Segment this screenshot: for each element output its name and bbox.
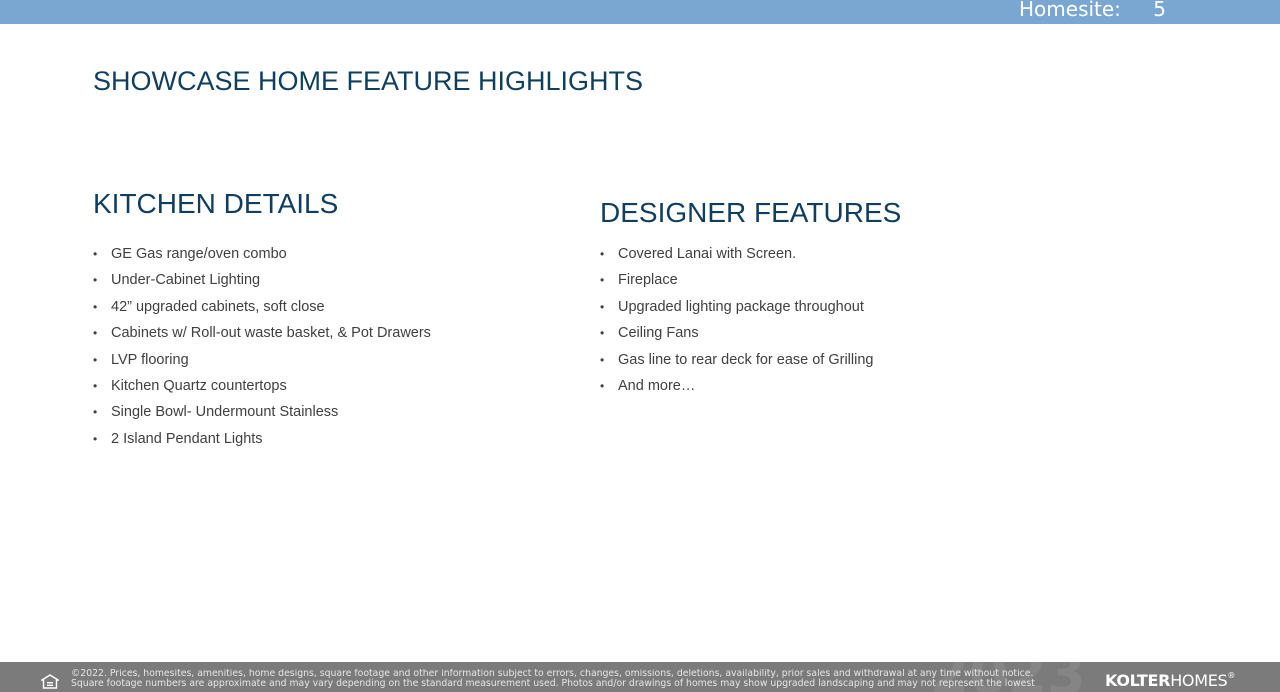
designer-feature-item: Covered Lanai with Screen. (600, 244, 873, 270)
homesite-indicator: Homesite: 5 (1019, 0, 1166, 21)
designer-feature-item: Fireplace (600, 270, 873, 296)
page-title: SHOWCASE HOME FEATURE HIGHLIGHTS (93, 66, 644, 96)
designer-section-title: DESIGNER FEATURES (600, 197, 902, 228)
top-header-bar: Homesite: 5 (0, 0, 1280, 24)
designer-feature-item: Ceiling Fans (600, 323, 873, 349)
brand-name-bold: KOLTER (1105, 671, 1171, 690)
kitchen-feature-item: GE Gas range/oven combo (93, 244, 431, 270)
equal-housing-opportunity-icon (39, 674, 61, 690)
footer-bar: 2023 ©2022. Prices, homesites, amenities… (0, 662, 1280, 692)
brand-registered-mark: ® (1227, 671, 1236, 680)
kitchen-feature-item: Under-Cabinet Lighting (93, 270, 431, 296)
homesite-value: 5 (1153, 0, 1167, 21)
kitchen-feature-item: 2 Island Pendant Lights (93, 429, 431, 455)
kolter-homes-logo: KOLTERHOMES® (1105, 671, 1235, 690)
designer-feature-item: And more… (600, 376, 873, 402)
kitchen-feature-item: 42” upgraded cabinets, soft close (93, 297, 431, 323)
footer-disclaimer: ©2022. Prices, homesites, amenities, hom… (71, 669, 1101, 689)
designer-feature-item: Gas line to rear deck for ease of Grilli… (600, 350, 873, 376)
kitchen-feature-item: Single Bowl- Undermount Stainless (93, 402, 431, 428)
kitchen-feature-item: Kitchen Quartz countertops (93, 376, 431, 402)
disclaimer-line: Square footage numbers are approximate a… (71, 678, 1035, 689)
kitchen-feature-item: Cabinets w/ Roll-out waste basket, & Pot… (93, 323, 431, 349)
kitchen-section-title: KITCHEN DETAILS (93, 188, 339, 219)
designer-feature-list: Covered Lanai with Screen. Fireplace Upg… (600, 244, 873, 402)
homesite-label: Homesite: (1019, 0, 1121, 21)
brand-name-regular: HOMES (1170, 671, 1228, 690)
kitchen-feature-item: LVP flooring (93, 350, 431, 376)
designer-feature-item: Upgraded lighting package throughout (600, 297, 873, 323)
kitchen-feature-list: GE Gas range/oven combo Under-Cabinet Li… (93, 244, 431, 455)
